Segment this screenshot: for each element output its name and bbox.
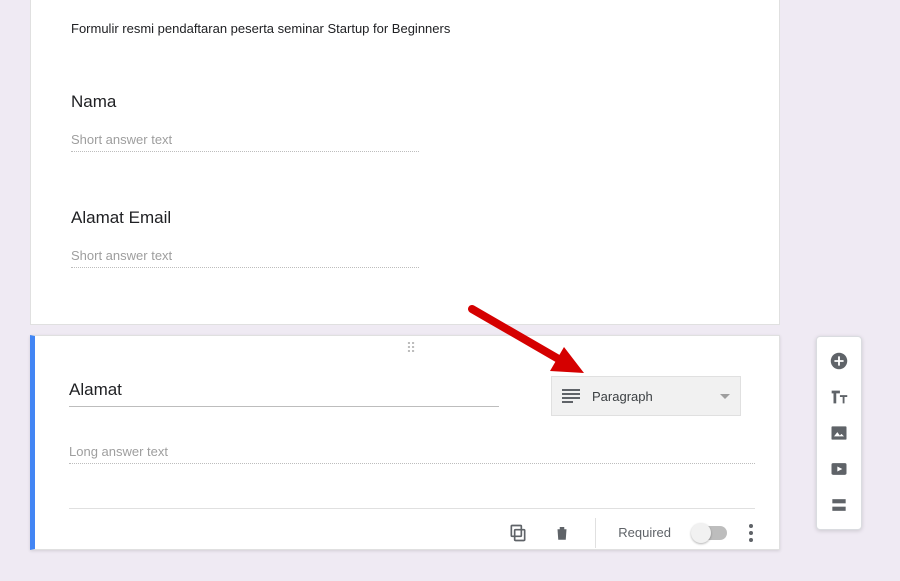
delete-button[interactable] xyxy=(551,522,573,544)
question-title-input[interactable]: Alamat xyxy=(69,376,499,407)
section-icon xyxy=(829,495,849,515)
question-card-active[interactable]: ⠿ Alamat Paragraph Long answer text xyxy=(30,335,780,550)
question-title: Nama xyxy=(71,92,739,112)
drag-handle-icon[interactable]: ⠿ xyxy=(69,346,755,360)
chevron-down-icon xyxy=(720,394,730,399)
question-title: Alamat Email xyxy=(71,208,739,228)
image-icon xyxy=(829,423,849,443)
question-type-dropdown[interactable]: Paragraph xyxy=(551,376,741,416)
form-card-static: Formulir resmi pendaftaran peserta semin… xyxy=(30,0,780,325)
long-answer-placeholder: Long answer text xyxy=(69,444,755,464)
form-description: Formulir resmi pendaftaran peserta semin… xyxy=(71,21,739,36)
video-icon xyxy=(829,459,849,479)
required-toggle[interactable] xyxy=(693,526,727,540)
question-block[interactable]: Alamat Email Short answer text xyxy=(71,208,739,268)
plus-circle-icon xyxy=(828,350,850,372)
short-answer-placeholder: Short answer text xyxy=(71,132,419,152)
text-icon xyxy=(828,386,850,408)
add-question-button[interactable] xyxy=(823,345,855,377)
add-title-button[interactable] xyxy=(823,381,855,413)
question-block[interactable]: Nama Short answer text xyxy=(71,92,739,152)
add-section-button[interactable] xyxy=(823,489,855,521)
paragraph-icon xyxy=(562,389,580,403)
question-type-label: Paragraph xyxy=(592,389,653,404)
add-image-button[interactable] xyxy=(823,417,855,449)
copy-icon xyxy=(508,523,528,543)
required-label: Required xyxy=(618,525,671,540)
divider xyxy=(595,518,596,548)
short-answer-placeholder: Short answer text xyxy=(71,248,419,268)
duplicate-button[interactable] xyxy=(507,522,529,544)
question-footer: Required xyxy=(69,508,755,556)
add-video-button[interactable] xyxy=(823,453,855,485)
side-toolbar xyxy=(816,336,862,530)
more-options-button[interactable] xyxy=(749,524,753,542)
trash-icon xyxy=(553,523,571,543)
